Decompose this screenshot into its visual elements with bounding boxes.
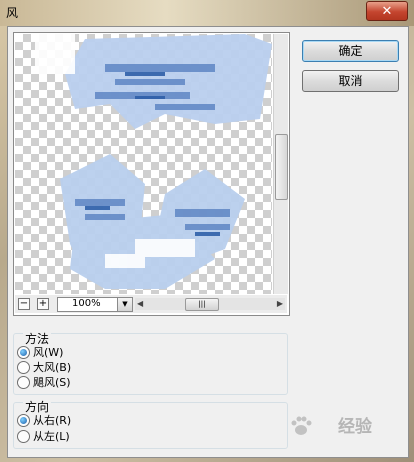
radio-direction-right[interactable]: 从右(R) (17, 413, 71, 427)
radio-method-blast[interactable]: 大风(B) (17, 360, 71, 374)
zoom-level-select[interactable]: 100% ▼ (57, 297, 133, 312)
horizontal-scroll-thumb[interactable]: ||| (185, 298, 219, 311)
radio-direction-right-label: 从右(R) (33, 414, 72, 427)
preview-vertical-scrollbar[interactable] (273, 34, 288, 294)
chevron-down-icon: ▼ (122, 300, 128, 308)
filter-dialog-window: 风 ✕ − + 100% ▼ ◀ ||| ▶ 确定 取消 方法 风(W) 大风(… (0, 0, 414, 462)
preview-horizontal-scrollbar[interactable]: ◀ ||| ▶ (135, 298, 285, 311)
zoom-in-button[interactable]: + (37, 298, 49, 310)
radio-unselected-icon (17, 360, 30, 374)
close-button[interactable]: ✕ (366, 1, 408, 21)
watermark-text: 经验 (338, 417, 372, 437)
zoom-dropdown-button[interactable]: ▼ (117, 298, 132, 311)
radio-selected-icon (17, 345, 30, 359)
radio-selected-icon (17, 413, 30, 427)
radio-method-wind[interactable]: 风(W) (17, 345, 63, 359)
radio-direction-left-label: 从左(L) (33, 430, 70, 443)
preview-panel: − + 100% ▼ ◀ ||| ▶ (13, 32, 290, 316)
minus-icon: − (19, 298, 29, 309)
dialog-client-area: − + 100% ▼ ◀ ||| ▶ 确定 取消 方法 风(W) 大风(B) 飓… (7, 26, 409, 458)
paw-watermark-icon (291, 416, 312, 435)
radio-direction-left[interactable]: 从左(L) (17, 429, 70, 443)
preview-toolbar: − + 100% ▼ ◀ ||| ▶ (15, 295, 287, 313)
zoom-out-button[interactable]: − (18, 298, 30, 310)
scroll-right-arrow-icon[interactable]: ▶ (277, 298, 283, 310)
ok-button[interactable]: 确定 (302, 40, 399, 62)
radio-unselected-icon (17, 375, 30, 389)
cancel-button[interactable]: 取消 (302, 70, 399, 92)
grip-icon: ||| (198, 300, 206, 308)
radio-method-stagger[interactable]: 飓风(S) (17, 375, 71, 389)
radio-method-blast-label: 大风(B) (33, 361, 72, 374)
scroll-left-arrow-icon[interactable]: ◀ (137, 298, 143, 310)
zoom-level-value: 100% (72, 298, 101, 309)
vertical-scroll-thumb[interactable] (275, 134, 288, 200)
plus-icon: + (38, 298, 48, 309)
radio-method-wind-label: 风(W) (33, 346, 64, 359)
radio-method-stagger-label: 飓风(S) (33, 376, 71, 389)
close-icon: ✕ (381, 3, 393, 19)
wind-effect-preview-image (35, 34, 272, 289)
radio-unselected-icon (17, 429, 30, 443)
title-bar[interactable]: 风 ✕ (0, 0, 414, 26)
preview-canvas[interactable] (15, 34, 272, 294)
window-title: 风 (6, 6, 19, 20)
